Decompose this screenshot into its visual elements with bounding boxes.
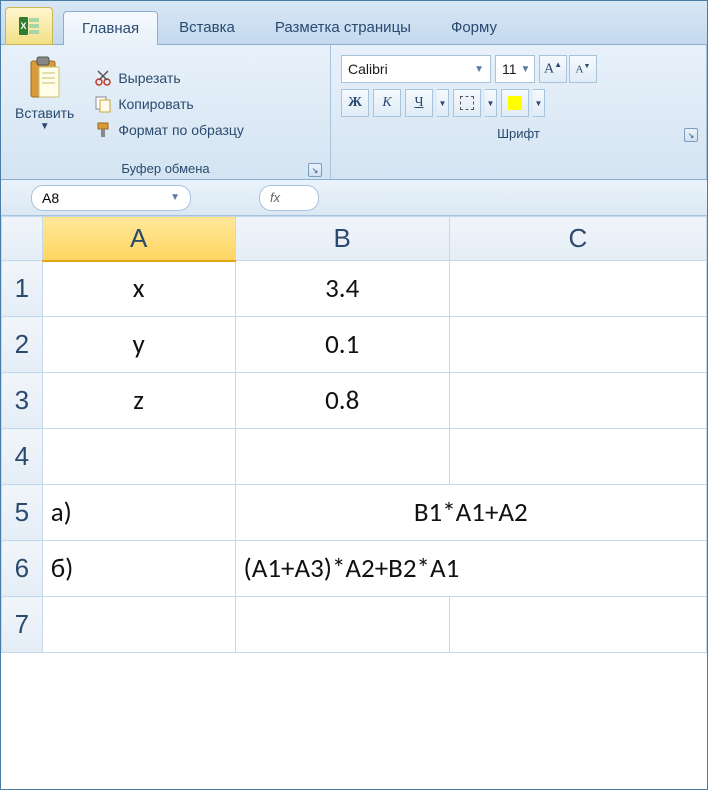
col-header-c[interactable]: C xyxy=(449,217,706,261)
chevron-down-icon: ▼ xyxy=(517,64,531,75)
paste-button[interactable]: Вставить ▼ xyxy=(7,49,82,158)
cell-a1[interactable]: x xyxy=(42,261,235,317)
copy-label: Копировать xyxy=(118,96,193,112)
name-box-value: A8 xyxy=(42,190,59,206)
cut-button[interactable]: Вырезать xyxy=(88,67,250,89)
chevron-down-icon: ▼ xyxy=(40,121,50,132)
chevron-down-icon: ▼ xyxy=(170,192,180,203)
cell-b7[interactable] xyxy=(235,597,449,653)
row-header-2[interactable]: 2 xyxy=(2,317,43,373)
fx-icon: fx xyxy=(270,190,280,205)
font-name-value: Calibri xyxy=(348,61,388,77)
shrink-font-button[interactable]: A▼ xyxy=(569,55,597,83)
copy-button[interactable]: Копировать xyxy=(88,93,250,115)
underline-button[interactable]: Ч xyxy=(405,89,433,117)
cut-label: Вырезать xyxy=(118,70,180,86)
fill-color-button[interactable] xyxy=(501,89,529,117)
excel-logo-icon: X xyxy=(17,14,41,38)
cell-b5[interactable]: B1*A1+A2 xyxy=(235,485,706,541)
fill-color-dropdown[interactable]: ▼ xyxy=(533,89,545,117)
cell-b4[interactable] xyxy=(235,429,449,485)
cell-c7[interactable] xyxy=(449,597,706,653)
tab-page-layout[interactable]: Разметка страницы xyxy=(256,10,430,44)
borders-dropdown[interactable]: ▼ xyxy=(485,89,497,117)
scissors-icon xyxy=(94,69,112,87)
select-all-corner[interactable] xyxy=(2,217,43,261)
cell-a5[interactable]: а) xyxy=(42,485,235,541)
chevron-down-icon: ▼ xyxy=(470,64,484,75)
italic-button[interactable]: К xyxy=(373,89,401,117)
insert-function-button[interactable]: fx xyxy=(259,185,319,211)
cell-c4[interactable] xyxy=(449,429,706,485)
borders-icon xyxy=(460,96,474,110)
cell-a6[interactable]: б) xyxy=(42,541,235,597)
underline-dropdown[interactable]: ▼ xyxy=(437,89,449,117)
cell-b3[interactable]: 0.8 xyxy=(235,373,449,429)
svg-text:X: X xyxy=(20,21,26,31)
font-dialog-launcher[interactable] xyxy=(684,128,698,142)
clipboard-dialog-launcher[interactable] xyxy=(308,163,322,177)
font-group-label: Шрифт xyxy=(497,126,540,141)
cell-c2[interactable] xyxy=(449,317,706,373)
row-header-5[interactable]: 5 xyxy=(2,485,43,541)
cell-a2[interactable]: y xyxy=(42,317,235,373)
row-header-7[interactable]: 7 xyxy=(2,597,43,653)
cell-b6[interactable]: (A1+A3)*A2+B2*A1 xyxy=(235,541,706,597)
tab-home[interactable]: Главная xyxy=(63,11,158,45)
office-button[interactable]: X xyxy=(5,7,53,45)
cell-a3[interactable]: z xyxy=(42,373,235,429)
font-name-select[interactable]: Calibri ▼ xyxy=(341,55,491,83)
cell-c3[interactable] xyxy=(449,373,706,429)
font-size-select[interactable]: 11 ▼ xyxy=(495,55,535,83)
cell-b1[interactable]: 3.4 xyxy=(235,261,449,317)
paste-label: Вставить xyxy=(15,105,74,121)
col-header-a[interactable]: A xyxy=(42,217,235,261)
grow-font-icon: A▲ xyxy=(544,60,562,78)
row-header-4[interactable]: 4 xyxy=(2,429,43,485)
paste-icon xyxy=(25,55,65,103)
clipboard-group-label: Буфер обмена xyxy=(121,161,209,176)
cell-a4[interactable] xyxy=(42,429,235,485)
tab-insert[interactable]: Вставка xyxy=(160,10,254,44)
borders-button[interactable] xyxy=(453,89,481,117)
tab-formulas[interactable]: Форму xyxy=(432,10,516,44)
fill-color-icon xyxy=(508,96,522,110)
format-painter-label: Формат по образцу xyxy=(118,122,244,138)
row-header-6[interactable]: 6 xyxy=(2,541,43,597)
copy-icon xyxy=(94,95,112,113)
name-box[interactable]: A8 ▼ xyxy=(31,185,191,211)
cell-b2[interactable]: 0.1 xyxy=(235,317,449,373)
format-painter-button[interactable]: Формат по образцу xyxy=(88,119,250,141)
paintbrush-icon xyxy=(94,121,112,139)
font-size-value: 11 xyxy=(502,61,517,77)
row-header-1[interactable]: 1 xyxy=(2,261,43,317)
row-header-3[interactable]: 3 xyxy=(2,373,43,429)
col-header-b[interactable]: B xyxy=(235,217,449,261)
cell-a7[interactable] xyxy=(42,597,235,653)
grow-font-button[interactable]: A▲ xyxy=(539,55,567,83)
bold-button[interactable]: Ж xyxy=(341,89,369,117)
cell-c1[interactable] xyxy=(449,261,706,317)
shrink-font-icon: A▼ xyxy=(576,62,591,76)
